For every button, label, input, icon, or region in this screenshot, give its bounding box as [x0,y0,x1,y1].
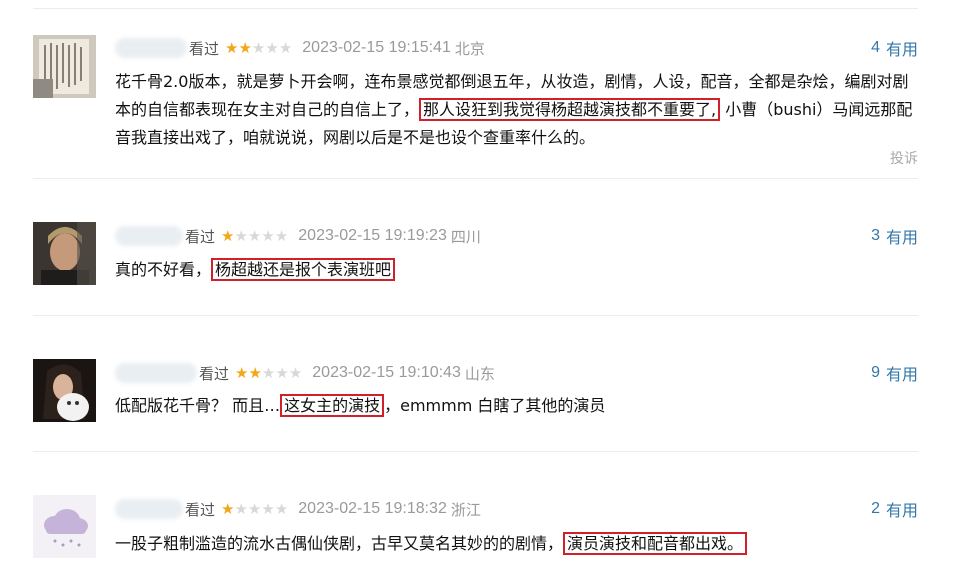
star-rating: ★ ★ ★ ★ ★ [225,38,293,57]
useful-button[interactable]: 9 有用 [871,362,918,384]
username-blurred[interactable] [115,499,183,519]
comment-location: 北京 [454,39,485,58]
divider [33,451,918,452]
comment-time: 2023-02-15 19:10:43 [312,364,461,381]
comment-meta: 看过 ★ ★ ★ ★ ★ 2023-02-15 19:10:43 山东 [115,362,495,384]
star-icon: ★ [251,38,266,57]
highlighted-text: 杨超越还是报个表演班吧 [211,258,396,281]
useful-label: 有用 [885,365,918,384]
divider [33,315,918,316]
useful-count: 3 [871,227,880,244]
watch-status: 看过 [185,500,216,519]
star-icon: ★ [248,363,262,382]
comment-meta: 看过 ★ ★ ★ ★ ★ 2023-02-15 19:15:41 北京 [115,37,485,59]
watch-status: 看过 [189,39,220,58]
comment-time: 2023-02-15 19:15:41 [302,39,451,56]
star-icon: ★ [274,499,289,518]
star-icon: ★ [225,38,239,57]
useful-count: 9 [871,364,880,381]
avatar[interactable] [33,222,96,285]
username-blurred[interactable] [115,363,197,383]
star-icon: ★ [247,499,262,518]
comment-time: 2023-02-15 19:18:32 [298,500,447,517]
star-icon: ★ [234,499,248,518]
username-blurred[interactable] [115,38,187,58]
star-icon: ★ [234,226,248,245]
highlighted-text: 这女主的演技 [280,394,385,417]
star-icon: ★ [265,38,279,57]
star-icon: ★ [235,363,249,382]
comment-time: 2023-02-15 19:19:23 [298,227,447,244]
comment-location: 山东 [464,364,495,383]
comment-text: 一股子粗制滥造的流水古偶仙侠剧，古早又莫名其妙的的剧情， 演员演技和配音都出戏。 [115,530,915,558]
comment-text-part: ，emmmm 白瞎了其他的演员 [384,396,606,415]
comment-text-part: 一股子粗制滥造的流水古偶仙侠剧，古早又莫名其妙的的剧情， [115,534,564,553]
comment-meta: 看过 ★ ★ ★ ★ ★ 2023-02-15 19:19:23 四川 [115,225,481,247]
useful-count: 2 [871,500,880,517]
useful-button[interactable]: 4 有用 [871,37,918,59]
watch-status: 看过 [199,364,230,383]
comment-text-part: 低配版花千骨？ 而且… [115,396,281,415]
star-icon: ★ [221,226,235,245]
report-link[interactable]: 投诉 [890,148,918,168]
comment-text-part: 真的不好看， [115,260,212,279]
useful-label: 有用 [885,40,918,59]
divider [33,8,918,9]
useful-label: 有用 [885,228,918,247]
avatar[interactable] [33,35,96,98]
avatar[interactable] [33,495,96,558]
useful-button[interactable]: 3 有用 [871,225,918,247]
comment-location: 浙江 [450,500,481,519]
divider [33,178,918,179]
star-rating: ★ ★ ★ ★ ★ [235,363,303,382]
star-icon: ★ [275,363,289,382]
star-icon: ★ [261,499,275,518]
star-icon: ★ [274,226,289,245]
star-icon: ★ [278,38,293,57]
comment-meta: 看过 ★ ★ ★ ★ ★ 2023-02-15 19:18:32 浙江 [115,498,481,520]
useful-label: 有用 [885,501,918,520]
useful-button[interactable]: 2 有用 [871,498,918,520]
comment-text: 真的不好看， 杨超越还是报个表演班吧 [115,256,915,284]
star-icon: ★ [238,38,252,57]
watch-status: 看过 [185,227,216,246]
comment-location: 四川 [450,227,481,246]
star-icon: ★ [221,499,235,518]
star-icon: ★ [261,363,276,382]
star-icon: ★ [247,226,262,245]
comment-text: 低配版花千骨？ 而且… 这女主的演技 ，emmmm 白瞎了其他的演员 [115,392,915,420]
star-icon: ★ [288,363,303,382]
highlighted-text: 那人设狂到我觉得杨超越演技都不重要了, [419,98,721,121]
avatar[interactable] [33,359,96,422]
username-blurred[interactable] [115,226,183,246]
highlighted-text: 演员演技和配音都出戏。 [563,532,748,555]
comment-text: 花千骨2.0版本，就是萝卜开会啊，连布景感觉都倒退五年，从妆造，剧情，人设，配音… [115,68,915,152]
useful-count: 4 [871,39,880,56]
star-rating: ★ ★ ★ ★ ★ [221,226,289,245]
star-icon: ★ [261,226,275,245]
star-rating: ★ ★ ★ ★ ★ [221,499,289,518]
